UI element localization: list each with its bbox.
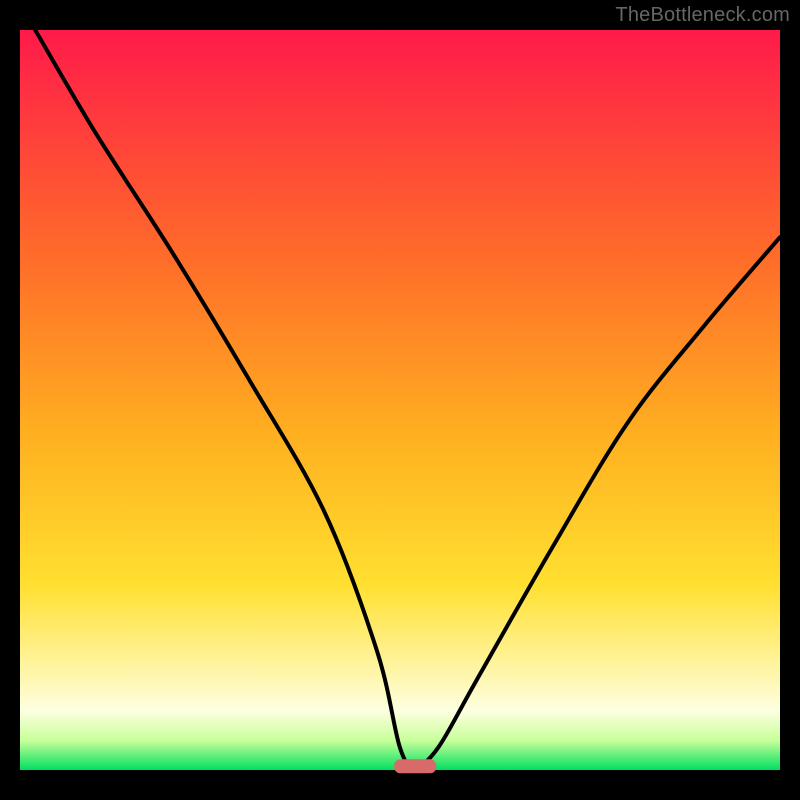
curve-min-marker [394, 759, 436, 773]
bottleneck-chart [0, 0, 800, 800]
watermark-text: TheBottleneck.com [615, 4, 790, 27]
chart-container: TheBottleneck.com [0, 0, 800, 800]
chart-gradient-bg [20, 30, 780, 770]
